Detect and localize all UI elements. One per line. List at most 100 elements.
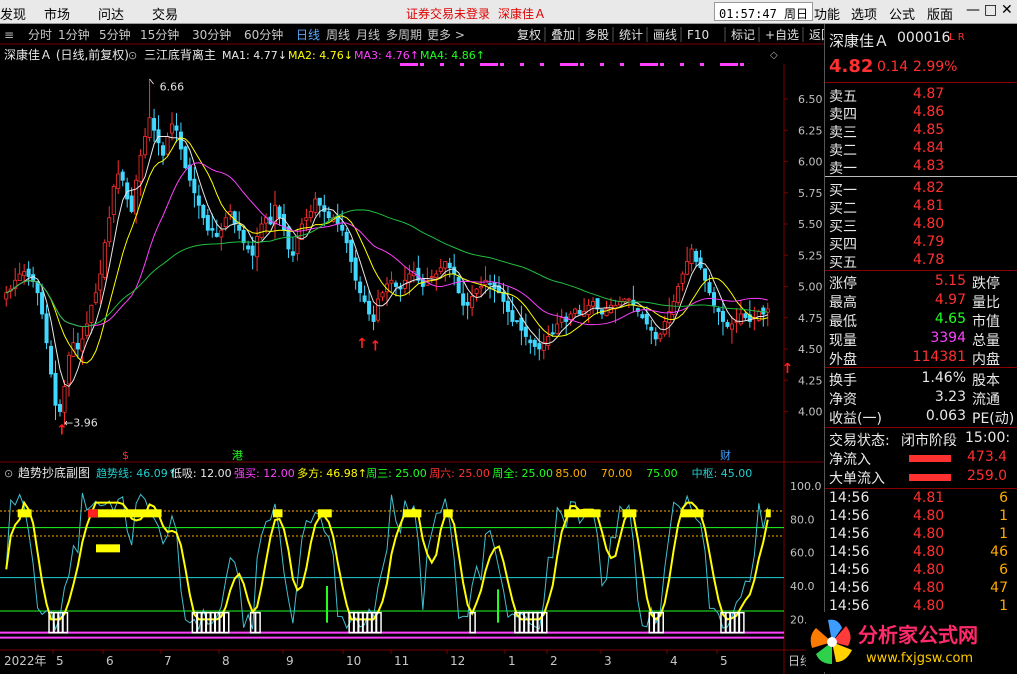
menu-layout[interactable]: 版面 xyxy=(927,4,953,23)
sub-item-1: 低吸: 12.00 xyxy=(171,467,232,480)
stat-label-right: 量比 xyxy=(972,295,1000,311)
flag-2: 财 xyxy=(720,448,731,462)
stat-value: 114381 xyxy=(912,349,966,365)
bid-label: 买四 xyxy=(829,237,857,253)
sub-item-10: 中枢: 45.00 xyxy=(692,466,753,480)
menu-wenda[interactable]: 问达 xyxy=(98,4,124,23)
tab-6[interactable]: 日线 xyxy=(296,28,320,42)
strong-block xyxy=(402,509,408,518)
quote-name: 深康佳Ａ xyxy=(829,32,890,50)
candle-body xyxy=(559,317,564,323)
candle-body xyxy=(183,146,188,169)
menu-trade[interactable]: 交易 xyxy=(152,4,178,23)
strong-block xyxy=(586,509,592,518)
chart-toolbar: 复权叠加多股统计画线 F10 标记 +自选返回 xyxy=(517,27,824,42)
price-tick: 4.00 xyxy=(798,406,823,419)
candle-body xyxy=(40,292,45,315)
menu-market[interactable]: 市场 xyxy=(44,4,70,23)
candle-body xyxy=(286,226,291,250)
minimize-icon[interactable]: — xyxy=(966,2,980,18)
tab-5[interactable]: 60分钟 xyxy=(244,27,283,42)
tab-8[interactable]: 月线 xyxy=(356,28,380,42)
chart-area[interactable]: ≡ 分时 1分钟 5分钟 15分钟 30分钟 60分钟 日线 周线 月线 多周期 更多 > 复权 叠加多… xyxy=(0,24,824,674)
strong-block xyxy=(573,509,579,518)
toolbar-5[interactable]: F10 xyxy=(687,28,709,42)
candle-body xyxy=(349,239,354,262)
maximize-icon[interactable]: □ xyxy=(984,2,997,18)
tab-7[interactable]: 周线 xyxy=(326,28,350,42)
status-value: 闭市阶段 xyxy=(901,433,957,449)
candle-body xyxy=(210,228,215,231)
toolbar-0[interactable]: 复权 xyxy=(517,28,541,42)
strong-block xyxy=(125,509,131,518)
strong-block xyxy=(416,509,422,518)
candle-body xyxy=(537,343,542,350)
logo-cn: 分析家公式网 xyxy=(858,623,978,647)
stat2-row: 收益(一) 0.063 PE(动) xyxy=(825,408,1017,427)
candle-body xyxy=(178,131,183,150)
candle-body xyxy=(111,186,116,215)
quote-code: 000016 xyxy=(897,30,951,46)
menu-formula[interactable]: 公式 xyxy=(889,4,915,23)
tab-9[interactable]: 多周期 xyxy=(386,28,422,42)
buy-arrow-icon: ↑ xyxy=(56,422,68,438)
status-row: 交易状态: 闭市阶段 15:00: xyxy=(825,430,1017,449)
tick-volume: 47 xyxy=(990,580,1008,596)
candle-body xyxy=(138,154,143,182)
tab-3[interactable]: 15分钟 xyxy=(140,27,179,42)
toolbar-7[interactable]: +自选 xyxy=(765,28,799,42)
candle-body xyxy=(295,236,300,255)
sub-item-4: 周三: 25.00 xyxy=(366,467,427,480)
x-label-0: 2022年 xyxy=(4,654,47,668)
tab-10[interactable]: 更多 > xyxy=(427,28,465,42)
login-warning[interactable]: 证券交易未登录 xyxy=(406,5,490,22)
strong-block xyxy=(134,509,140,518)
stat-row: 最高 4.97 量比 xyxy=(825,292,1017,311)
close-icon[interactable]: ✕ xyxy=(1001,2,1013,18)
signal-mark xyxy=(520,63,524,66)
ask-label: 卖二 xyxy=(829,143,857,159)
toolbar-3[interactable]: 统计 xyxy=(619,28,643,42)
candle-body xyxy=(461,293,466,306)
tab-0[interactable]: 分时 xyxy=(28,28,52,42)
menu-options[interactable]: 选项 xyxy=(851,4,877,23)
strong-block xyxy=(326,509,332,518)
menu-discover[interactable]: 发现 xyxy=(0,4,26,23)
ask-row: 卖五 4.87 xyxy=(825,86,1017,105)
candle-body xyxy=(152,118,157,131)
stat2-value: 0.063 xyxy=(925,408,966,424)
x-label-11: 3 xyxy=(604,654,612,668)
price-tick: 5.75 xyxy=(798,187,823,200)
ask-price: 4.83 xyxy=(913,158,945,174)
toolbar-2[interactable]: 多股 xyxy=(585,28,609,42)
stat-label: 最高 xyxy=(829,295,857,311)
tab-1[interactable]: 1分钟 xyxy=(58,27,90,42)
legend-title: 深康佳Ａ (日线,前复权) xyxy=(4,47,129,62)
stat-row: 涨停 5.15 跌停 xyxy=(825,273,1017,292)
tab-2[interactable]: 5分钟 xyxy=(99,27,131,42)
candle-body xyxy=(532,339,537,347)
candle-body xyxy=(434,273,439,278)
toolbar-4[interactable]: 画线 xyxy=(653,28,677,42)
flow-value: 473.4 xyxy=(967,449,1008,465)
stat-label: 外盘 xyxy=(829,352,857,368)
bid-row: 买四 4.79 xyxy=(825,234,1017,253)
toolbar-6[interactable]: 标记 xyxy=(731,28,755,42)
tab-4[interactable]: 30分钟 xyxy=(192,27,231,42)
toolbar-1[interactable]: 叠加 xyxy=(551,28,575,42)
toolbar-8[interactable]: 返回 xyxy=(809,28,824,42)
stat-label: 最低 xyxy=(829,314,857,330)
menu-function[interactable]: 功能 xyxy=(814,4,840,23)
divider xyxy=(825,82,1017,83)
candle-body xyxy=(738,313,743,325)
flow-value: 259.0 xyxy=(967,468,1008,484)
sub-item-0: 趋势线: 46.09↑ xyxy=(96,466,177,480)
ask-label: 卖五 xyxy=(829,89,857,105)
candle-body xyxy=(707,282,712,294)
tick-row: 14:56 4.81 6 xyxy=(825,490,1017,509)
price-tick: 4.75 xyxy=(798,312,823,325)
divider xyxy=(825,270,1017,271)
tick-row: 14:56 4.80 47 xyxy=(825,580,1017,599)
legend-ma-2: MA3: 4.76↑ xyxy=(354,49,419,62)
legend-ma-3: MA4: 4.86↑ xyxy=(420,49,485,62)
